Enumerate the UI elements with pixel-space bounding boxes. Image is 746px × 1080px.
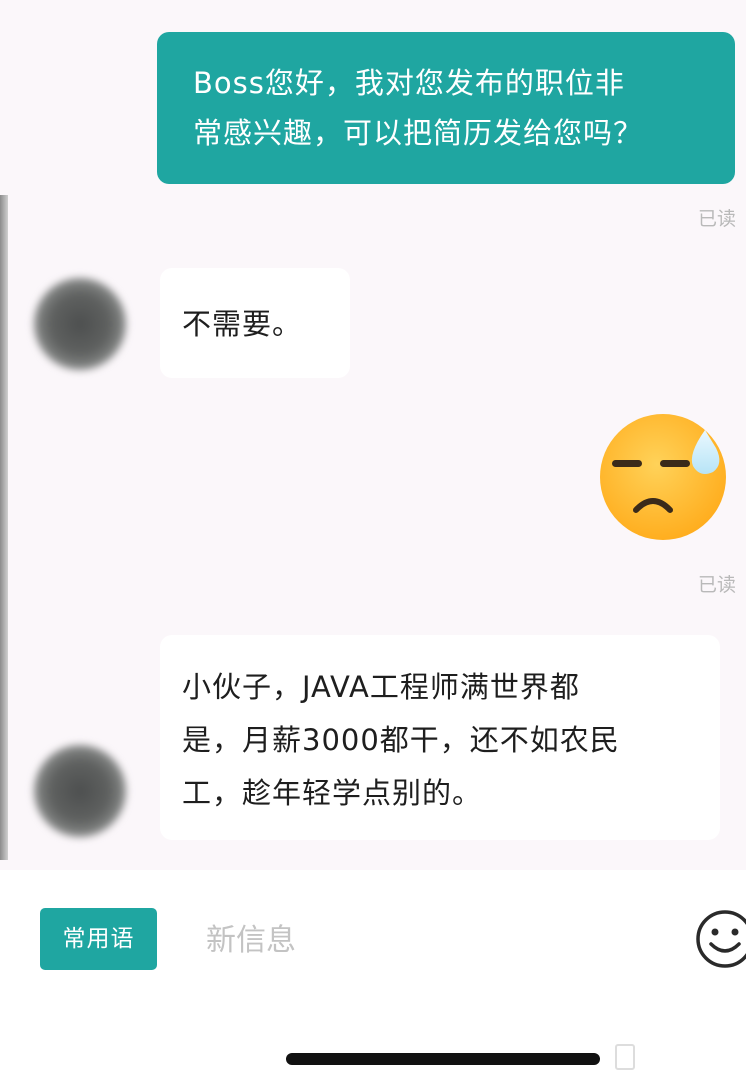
sweat-unamused-emoji-icon[interactable]	[598, 412, 728, 542]
home-indicator[interactable]	[286, 1053, 600, 1065]
common-phrases-button[interactable]: 常用语	[40, 908, 157, 970]
avatar[interactable]	[34, 745, 126, 837]
scroll-edge	[0, 195, 8, 860]
outgoing-message-bubble[interactable]: Boss您好，我对您发布的职位非 常感兴趣，可以把简历发给您吗？	[157, 32, 735, 184]
watermark-logo-icon	[615, 1044, 635, 1070]
message-text: 不需要。	[182, 307, 303, 341]
message-list[interactable]: Boss您好，我对您发布的职位非 常感兴趣，可以把简历发给您吗？ 已读 不需要。	[0, 0, 746, 870]
smile-icon[interactable]	[694, 908, 746, 970]
message-text-line: Boss您好，我对您发布的职位非	[193, 66, 625, 100]
incoming-message-bubble[interactable]: 小伙子，JAVA工程师满世界都 是，月薪3000都干，还不如农民 工，趁年轻学点…	[160, 635, 720, 840]
read-status: 已读	[697, 574, 736, 596]
input-bar: 常用语	[0, 870, 746, 1080]
read-status: 已读	[697, 208, 736, 230]
avatar[interactable]	[34, 278, 126, 370]
watermark	[615, 1044, 746, 1074]
message-text-line: 工，趁年轻学点别的。	[182, 776, 483, 810]
incoming-message-bubble[interactable]: 不需要。	[160, 268, 350, 378]
message-input[interactable]	[190, 910, 686, 970]
message-text-line: 常感兴趣，可以把简历发给您吗？	[193, 116, 644, 150]
message-text-line: 小伙子，JAVA工程师满世界都	[182, 670, 580, 704]
message-text-line: 是，月薪3000都干，还不如农民	[182, 723, 620, 757]
chat-screen: Boss您好，我对您发布的职位非 常感兴趣，可以把简历发给您吗？ 已读 不需要。	[0, 0, 746, 1080]
